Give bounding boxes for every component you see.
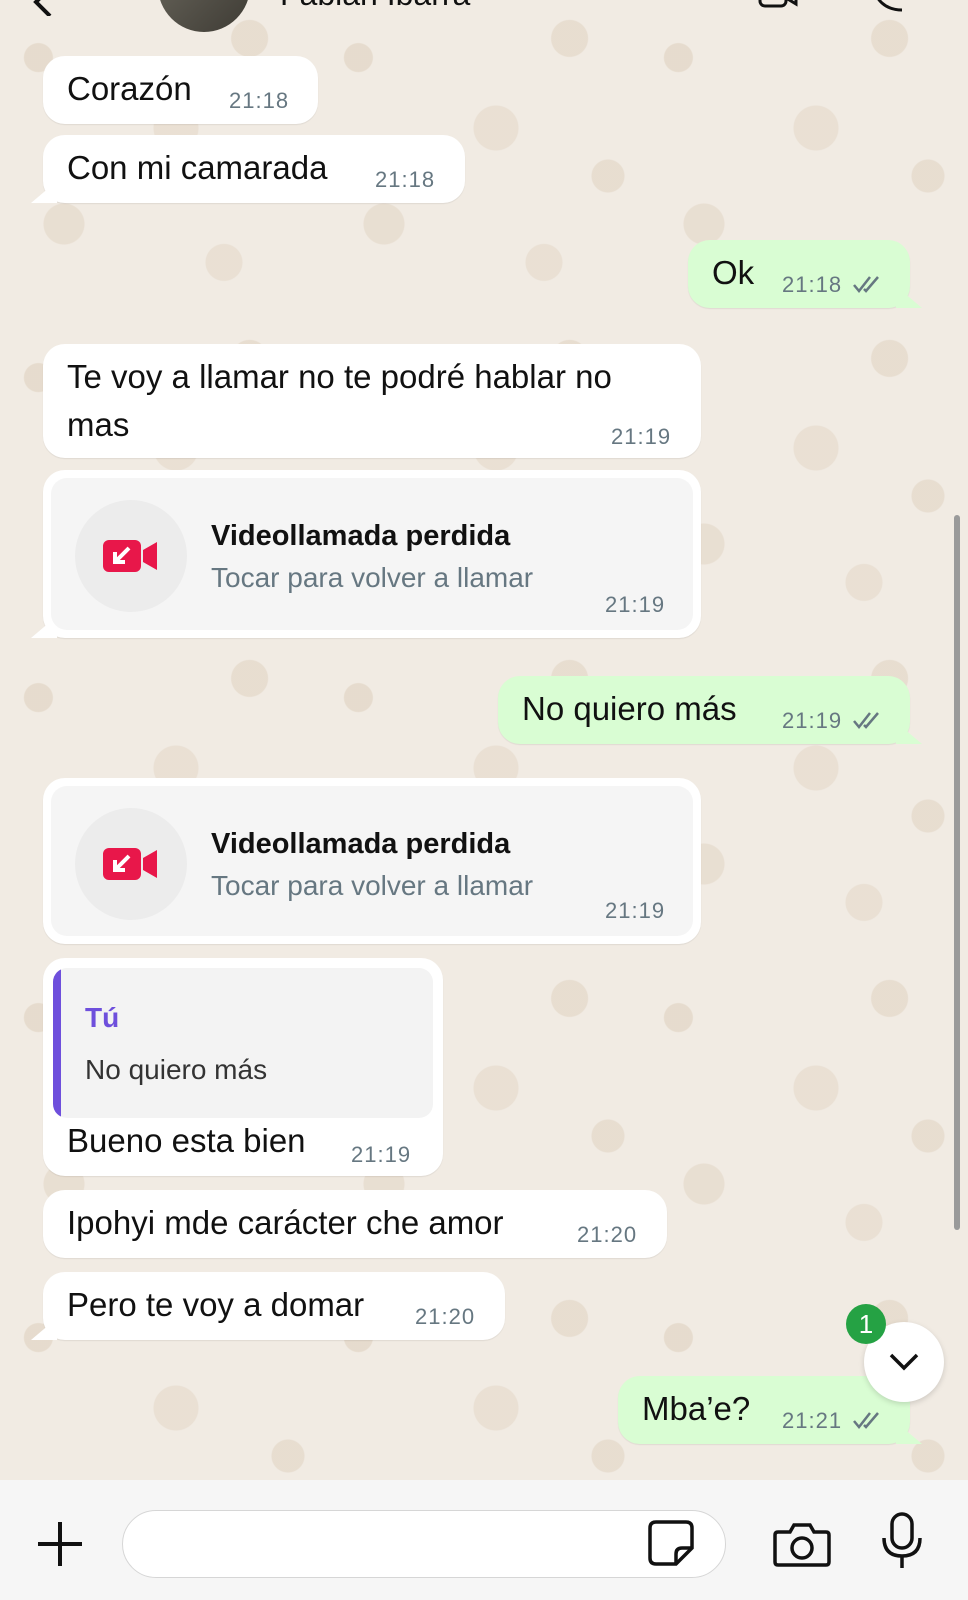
microphone-icon[interactable]: [880, 1512, 924, 1572]
message-outgoing[interactable]: No quiero más 21:19: [498, 676, 910, 744]
sticker-icon[interactable]: [646, 1518, 696, 1568]
missed-call-icon-circle: [75, 808, 187, 920]
message-incoming[interactable]: Ipohyi mde carácter che amor 21:20: [43, 1190, 667, 1258]
missed-video-call-message[interactable]: Videollamada perdida Tocar para volver a…: [43, 470, 701, 638]
chevron-down-icon: [889, 1353, 919, 1371]
scrollbar[interactable]: [954, 515, 960, 1230]
missed-call-card[interactable]: Videollamada perdida Tocar para volver a…: [51, 478, 693, 630]
message-time: 21:20: [577, 1222, 638, 1247]
message-time: 21:19: [611, 424, 672, 449]
message-text: Pero te voy a domar: [67, 1286, 365, 1323]
missed-call-icon-circle: [75, 500, 187, 612]
message-text-line: mas: [67, 406, 130, 443]
call-title: Videollamada perdida: [211, 520, 511, 552]
message-time: 21:19: [605, 592, 666, 617]
message-time: 21:19: [605, 898, 666, 923]
message-time: 21:21: [782, 1408, 843, 1433]
quote-accent-bar: [53, 968, 61, 1118]
message-incoming-reply[interactable]: Tú No quiero más Bueno esta bien 21:19: [43, 958, 443, 1176]
video-call-icon[interactable]: [758, 0, 798, 12]
message-outgoing[interactable]: Ok 21:18: [688, 240, 910, 308]
message-text-line: Te voy a llamar no te podré hablar no: [67, 358, 612, 395]
message-incoming[interactable]: Con mi camarada 21:18: [43, 135, 465, 203]
missed-video-call-icon: [103, 540, 157, 572]
message-outgoing[interactable]: Mba’e? 21:21: [618, 1376, 910, 1444]
contact-avatar[interactable]: [158, 0, 250, 32]
message-text: Con mi camarada: [67, 149, 328, 186]
missed-video-call-message[interactable]: Videollamada perdida Tocar para volver a…: [43, 778, 701, 944]
message-time: 21:19: [782, 708, 843, 733]
call-subtitle: Tocar para volver a llamar: [211, 562, 534, 593]
camera-icon[interactable]: [772, 1520, 832, 1568]
missed-video-call-icon: [103, 848, 157, 880]
composer-bar: [0, 1480, 968, 1600]
message-text: No quiero más: [522, 690, 737, 727]
message-time: 21:18: [375, 167, 436, 192]
back-arrow-icon[interactable]: [30, 0, 70, 16]
quote-author: Tú: [85, 1002, 120, 1033]
message-incoming[interactable]: Corazón 21:18: [43, 56, 318, 124]
message-text: Ok: [712, 254, 755, 291]
read-ticks-icon: [853, 1412, 879, 1429]
contact-name[interactable]: Fabian Ibarra: [280, 0, 470, 13]
message-time: 21:19: [351, 1142, 412, 1167]
message-text: Mba’e?: [642, 1390, 751, 1427]
unread-count-badge: 1: [846, 1304, 886, 1344]
chat-header: Fabian Ibarra: [0, 0, 968, 40]
message-incoming[interactable]: Te voy a llamar no te podré hablar no ma…: [43, 344, 701, 458]
call-subtitle: Tocar para volver a llamar: [211, 870, 534, 901]
message-input[interactable]: [122, 1510, 726, 1578]
message-time: 21:18: [782, 272, 843, 297]
message-time: 21:20: [415, 1304, 476, 1329]
message-text: Corazón: [67, 70, 192, 107]
read-ticks-icon: [853, 712, 879, 729]
phone-icon[interactable]: [868, 0, 908, 12]
plus-icon[interactable]: [34, 1518, 86, 1570]
missed-call-card[interactable]: Videollamada perdida Tocar para volver a…: [51, 786, 693, 936]
call-title: Videollamada perdida: [211, 828, 511, 860]
read-ticks-icon: [853, 276, 879, 293]
message-text: Bueno esta bien: [67, 1122, 306, 1159]
message-time: 21:18: [229, 88, 290, 113]
message-text: Ipohyi mde carácter che amor: [67, 1204, 504, 1241]
message-incoming[interactable]: Pero te voy a domar 21:20: [43, 1272, 505, 1340]
quoted-message[interactable]: Tú No quiero más: [53, 968, 433, 1118]
quote-text: No quiero más: [85, 1054, 268, 1085]
